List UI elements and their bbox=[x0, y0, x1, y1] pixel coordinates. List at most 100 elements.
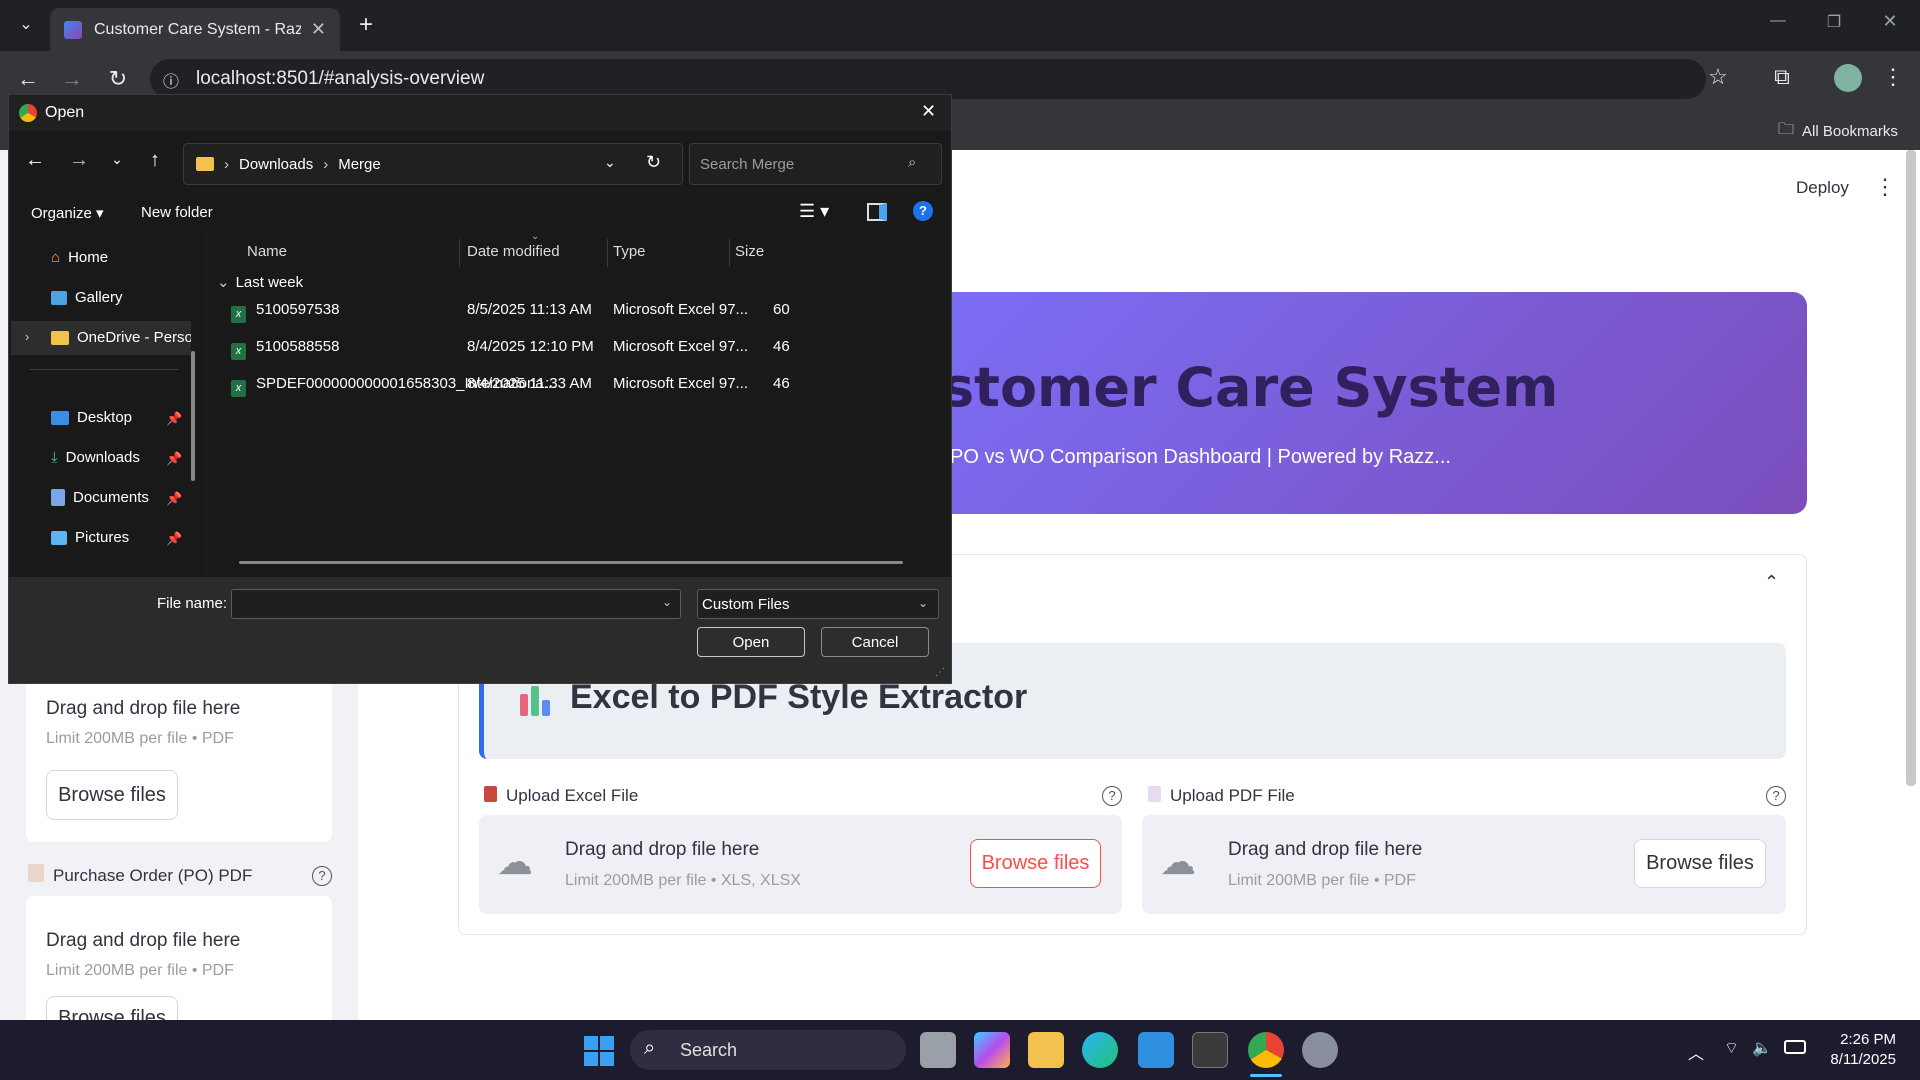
file-size: 46 bbox=[773, 338, 790, 355]
pdf-dropzone[interactable]: ☁ Drag and drop file here Limit 200MB pe… bbox=[1142, 815, 1786, 914]
expand-chevron-icon[interactable]: › bbox=[25, 329, 29, 344]
chrome-icon[interactable] bbox=[1248, 1032, 1284, 1068]
browse-files-button[interactable]: Browse files bbox=[1634, 839, 1766, 888]
taskbar-search[interactable]: Search bbox=[630, 1030, 906, 1070]
browser-tab[interactable]: Customer Care System - Razz S ✕ bbox=[50, 8, 340, 51]
help-icon[interactable]: ? bbox=[1766, 786, 1786, 806]
group-header[interactable]: ⌄ Last week bbox=[217, 273, 303, 291]
close-window-icon[interactable]: ✕ bbox=[1878, 11, 1902, 32]
col-type[interactable]: Type bbox=[613, 243, 646, 260]
file-name-input[interactable]: ⌄ bbox=[231, 589, 681, 619]
back-icon[interactable]: ← bbox=[23, 149, 47, 172]
path-dropdown-icon[interactable]: ⌄ bbox=[604, 154, 616, 171]
forward-icon[interactable]: → bbox=[58, 66, 86, 92]
cloud-upload-icon: ☁ bbox=[497, 841, 533, 882]
new-tab-icon[interactable]: + bbox=[354, 11, 378, 39]
extensions-icon[interactable]: ⧉ bbox=[1768, 64, 1796, 90]
nav-downloads[interactable]: ⤓ Downloads bbox=[51, 449, 140, 466]
view-options-icon[interactable]: ☰ ▾ bbox=[799, 201, 829, 222]
page-scrollbar[interactable] bbox=[1906, 150, 1916, 786]
excel-upload-label: Upload Excel File bbox=[506, 786, 639, 805]
nav-documents[interactable]: Documents bbox=[51, 489, 149, 506]
wo-upload-dropzone[interactable]: Drag and drop file here Limit 200MB per … bbox=[26, 680, 332, 842]
new-folder-button[interactable]: New folder bbox=[141, 204, 213, 221]
col-name[interactable]: Name bbox=[247, 243, 287, 260]
preview-pane-icon[interactable] bbox=[867, 203, 887, 221]
copilot-icon[interactable] bbox=[974, 1032, 1010, 1068]
search-input[interactable]: Search Merge ⌕ bbox=[689, 143, 942, 185]
task-view-icon[interactable] bbox=[920, 1032, 956, 1068]
hero-subtitle: PO vs WO Comparison Dashboard | Powered … bbox=[950, 446, 1451, 468]
settings-icon[interactable] bbox=[1302, 1032, 1338, 1068]
po-upload-dropzone[interactable]: Drag and drop file here Limit 200MB per … bbox=[26, 896, 332, 1026]
taskbar bbox=[0, 1020, 1920, 1080]
organize-button[interactable]: Organize ▾ bbox=[31, 204, 104, 222]
refresh-icon[interactable]: ↻ bbox=[646, 152, 661, 173]
path-segment[interactable]: Downloads bbox=[239, 156, 313, 173]
menu-icon[interactable]: ⋮ bbox=[1882, 64, 1904, 90]
help-icon[interactable]: ? bbox=[1102, 786, 1122, 806]
reload-icon[interactable]: ↻ bbox=[104, 66, 132, 92]
nav-home[interactable]: ⌂ Home bbox=[51, 249, 108, 266]
file-size: 60 bbox=[773, 301, 790, 318]
back-icon[interactable]: ← bbox=[14, 66, 42, 92]
address-path[interactable]: › Downloads › Merge ⌄ ↻ bbox=[183, 143, 683, 185]
site-info-icon[interactable]: ⓘ bbox=[160, 68, 182, 92]
clock[interactable]: 2:26 PM 8/11/2025 bbox=[1806, 1030, 1896, 1070]
recent-locations-icon[interactable]: ⌄ bbox=[107, 151, 127, 168]
start-icon[interactable] bbox=[584, 1036, 614, 1066]
wifi-icon[interactable]: ⌔ bbox=[1724, 1038, 1739, 1058]
clock-time: 2:26 PM bbox=[1840, 1031, 1896, 1048]
divider bbox=[729, 239, 730, 267]
browse-files-button[interactable]: Browse files bbox=[970, 839, 1101, 888]
terminal-icon[interactable] bbox=[1192, 1032, 1228, 1068]
file-explorer-icon[interactable] bbox=[1028, 1032, 1064, 1068]
resize-grip-icon[interactable]: ⋰ bbox=[935, 667, 945, 678]
open-button[interactable]: Open bbox=[697, 627, 805, 657]
cancel-button[interactable]: Cancel bbox=[821, 627, 929, 657]
url-text: localhost:8501/#analysis-overview bbox=[196, 68, 485, 89]
browse-files-button[interactable]: Browse files bbox=[46, 770, 178, 820]
dropdown-icon[interactable]: ⌄ bbox=[662, 595, 672, 609]
address-bar[interactable]: localhost:8501/#analysis-overview bbox=[150, 59, 1706, 99]
minimize-icon[interactable]: — bbox=[1766, 12, 1790, 30]
file-type-select[interactable]: Custom Files ⌄ bbox=[697, 589, 939, 619]
bookmark-star-icon[interactable]: ☆ bbox=[1704, 64, 1732, 90]
forward-icon[interactable]: → bbox=[67, 149, 91, 172]
help-icon[interactable]: ? bbox=[312, 866, 332, 886]
nav-desktop[interactable]: Desktop bbox=[51, 409, 132, 426]
app-menu-icon[interactable]: ⋮ bbox=[1874, 174, 1896, 200]
file-row[interactable]: x 5100597538 8/5/2025 11:13 AM Microsoft … bbox=[207, 293, 951, 329]
divider bbox=[607, 239, 608, 267]
profile-avatar[interactable] bbox=[1834, 64, 1862, 92]
folder-icon bbox=[196, 157, 214, 171]
deploy-button[interactable]: Deploy bbox=[1796, 178, 1849, 198]
dropdown-icon[interactable]: ⌄ bbox=[918, 596, 928, 610]
all-bookmarks[interactable]: 🗀 All Bookmarks bbox=[1778, 118, 1898, 145]
help-icon[interactable]: ? bbox=[913, 201, 933, 221]
volume-icon[interactable]: 🔈 bbox=[1752, 1038, 1772, 1058]
nav-onedrive[interactable]: OneDrive - Perso bbox=[51, 329, 191, 346]
file-row[interactable]: x SPDEF000000000001658303_Internationa...… bbox=[207, 367, 951, 403]
col-size[interactable]: Size bbox=[735, 243, 764, 260]
nav-gallery[interactable]: Gallery bbox=[51, 289, 123, 306]
nav-scrollbar[interactable] bbox=[191, 351, 195, 481]
battery-icon[interactable] bbox=[1784, 1040, 1806, 1054]
tab-search-icon[interactable]: ⌄ bbox=[12, 14, 40, 34]
download-icon: ⤓ bbox=[51, 449, 58, 466]
collapse-chevron-icon[interactable]: ⌃ bbox=[1764, 572, 1779, 593]
col-date[interactable]: Date modified bbox=[467, 243, 560, 260]
vscode-icon[interactable] bbox=[1138, 1032, 1174, 1068]
dialog-close-icon[interactable]: ✕ bbox=[921, 101, 936, 122]
path-segment[interactable]: Merge bbox=[338, 156, 381, 173]
horizontal-scrollbar[interactable] bbox=[239, 561, 903, 564]
restore-icon[interactable]: ❐ bbox=[1822, 12, 1846, 32]
nav-pictures[interactable]: Pictures bbox=[51, 529, 129, 546]
file-row[interactable]: x 5100588558 8/4/2025 12:10 PM Microsoft … bbox=[207, 330, 951, 366]
nav-label: Downloads bbox=[65, 449, 140, 466]
close-tab-icon[interactable]: ✕ bbox=[311, 19, 326, 40]
tray-chevron-icon[interactable]: ︿ bbox=[1688, 1040, 1704, 1064]
edge-icon[interactable] bbox=[1082, 1032, 1118, 1068]
up-icon[interactable]: ↑ bbox=[143, 149, 167, 172]
excel-dropzone[interactable]: ☁ Drag and drop file here Limit 200MB pe… bbox=[479, 815, 1122, 914]
